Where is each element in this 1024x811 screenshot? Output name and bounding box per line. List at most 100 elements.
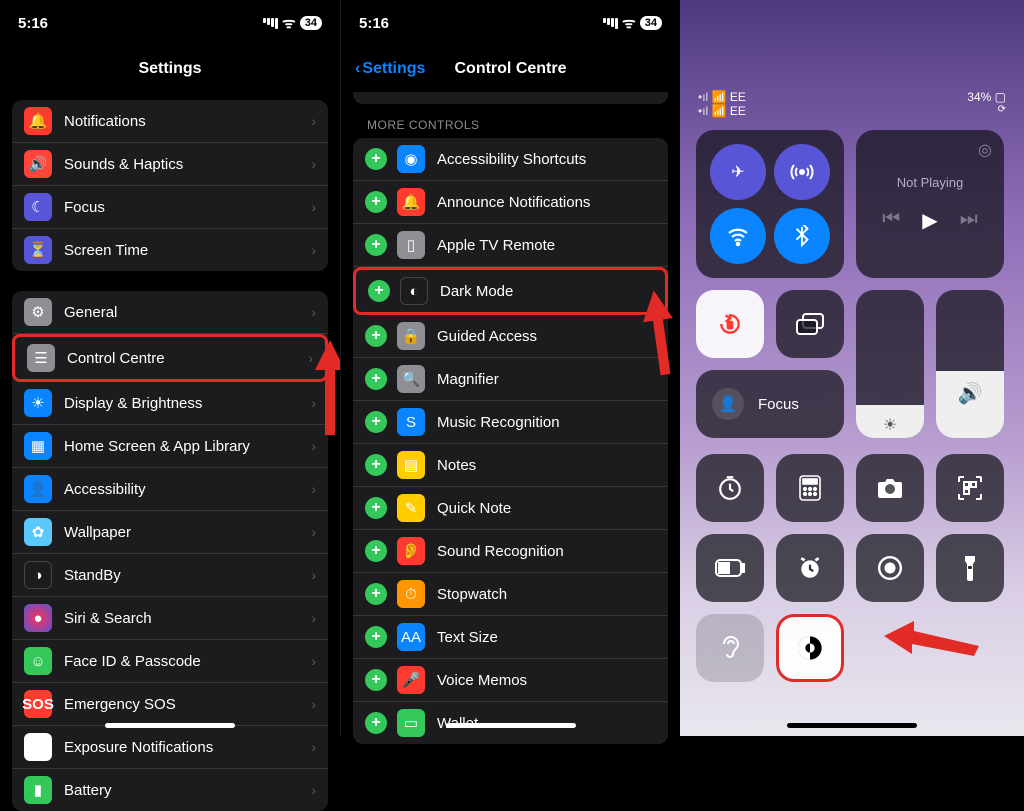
- settings-row-screen-time[interactable]: ⏳Screen Time›: [12, 229, 328, 271]
- row-label: Emergency SOS: [64, 696, 176, 713]
- settings-row-stopwatch[interactable]: + ⏱ Stopwatch: [353, 573, 668, 616]
- back-button[interactable]: ‹Settings: [355, 60, 425, 78]
- wallet-icon: ▭: [397, 709, 425, 737]
- row-label: Exposure Notifications: [64, 739, 213, 756]
- home-indicator: [446, 723, 576, 728]
- settings-row-guided-access[interactable]: +🔒Guided Access: [353, 315, 668, 358]
- add-control-button[interactable]: +: [365, 148, 387, 170]
- settings-row-sound-recognition[interactable]: +👂Sound Recognition: [353, 530, 668, 573]
- settings-row-quick-note[interactable]: +✎Quick Note: [353, 487, 668, 530]
- settings-row-display-brightness[interactable]: ☀Display & Brightness›: [12, 382, 328, 425]
- screen-record-button[interactable]: [856, 534, 924, 602]
- remote-icon: ▯: [397, 231, 425, 259]
- chevron-right-icon: ›: [311, 524, 316, 540]
- switches-icon: ☰: [27, 344, 55, 372]
- status-bar-mid: 5:16 ᯤ 34: [341, 0, 680, 42]
- antenna-toggle[interactable]: [774, 144, 830, 200]
- settings-row-emergency-sos[interactable]: SOSEmergency SOS›: [12, 683, 328, 726]
- page-title: Settings: [0, 42, 340, 92]
- media-tile[interactable]: ◎ Not Playing ⏮ ▶ ⏭: [856, 130, 1004, 278]
- person-icon: 👤: [24, 475, 52, 503]
- volume-slider[interactable]: 🔊: [936, 290, 1004, 438]
- settings-row-notes[interactable]: +▤Notes: [353, 444, 668, 487]
- settings-row-siri-search[interactable]: ●Siri & Search›: [12, 597, 328, 640]
- add-control-button[interactable]: +: [365, 411, 387, 433]
- settings-row-wallpaper[interactable]: ✿Wallpaper›: [12, 511, 328, 554]
- settings-row-focus[interactable]: ☾Focus›: [12, 186, 328, 229]
- settings-row-accessibility[interactable]: 👤Accessibility›: [12, 468, 328, 511]
- carrier-line-2: •ıl 📶 EE: [698, 104, 746, 118]
- chevron-right-icon: ›: [311, 567, 316, 583]
- signal-icon: [263, 18, 278, 29]
- access-icon: ◉: [397, 145, 425, 173]
- add-control-button[interactable]: +: [365, 368, 387, 390]
- add-control-button[interactable]: +: [365, 540, 387, 562]
- row-label: Battery: [64, 782, 112, 799]
- chevron-right-icon: ›: [311, 481, 316, 497]
- row-label: Stopwatch: [437, 586, 507, 603]
- connectivity-tile[interactable]: ✈: [696, 130, 844, 278]
- control-centre-screen: •ıl 📶 EE •ıl 📶 EE 34% ▢⟳ ✈ ◎ Not Playing…: [680, 0, 1024, 736]
- cc-grid: ✈ ◎ Not Playing ⏮ ▶ ⏭ ☀ 🔊: [680, 118, 1024, 694]
- row-label: Sounds & Haptics: [64, 156, 183, 173]
- settings-row-text-size[interactable]: +AAText Size: [353, 616, 668, 659]
- add-control-button[interactable]: +: [365, 669, 387, 691]
- add-control-button[interactable]: +: [365, 234, 387, 256]
- row-label: Accessibility Shortcuts: [437, 151, 586, 168]
- carrier-info: •ıl 📶 EE •ıl 📶 EE: [698, 90, 746, 118]
- settings-row-standby[interactable]: ◑StandBy›: [12, 554, 328, 597]
- calculator-button[interactable]: [776, 454, 844, 522]
- settings-row-home-screen-app-library[interactable]: ▦Home Screen & App Library›: [12, 425, 328, 468]
- settings-row-general[interactable]: ⚙General›: [12, 291, 328, 334]
- wifi-toggle[interactable]: [710, 208, 766, 264]
- add-control-button[interactable]: +: [365, 325, 387, 347]
- stopwatch-icon: ⏱: [397, 580, 425, 608]
- row-label: General: [64, 304, 117, 321]
- low-power-button[interactable]: [696, 534, 764, 602]
- qr-scanner-button[interactable]: [936, 454, 1004, 522]
- settings-row-magnifier[interactable]: +🔍Magnifier: [353, 358, 668, 401]
- orientation-lock-button[interactable]: [696, 290, 764, 358]
- moon-icon: ☾: [24, 193, 52, 221]
- settings-row-face-id-passcode[interactable]: ☺Face ID & Passcode›: [12, 640, 328, 683]
- alarm-button[interactable]: [776, 534, 844, 602]
- camera-button[interactable]: [856, 454, 924, 522]
- add-control-button[interactable]: +: [365, 626, 387, 648]
- notes-icon: ▤: [397, 451, 425, 479]
- dark-mode-button[interactable]: [776, 614, 844, 682]
- add-control-button[interactable]: +: [365, 454, 387, 476]
- add-control-button[interactable]: +: [365, 497, 387, 519]
- settings-row-accessibility-shortcuts[interactable]: + ◉ Accessibility Shortcuts: [353, 138, 668, 181]
- home-indicator: [105, 723, 235, 728]
- settings-row-notifications[interactable]: 🔔Notifications›: [12, 100, 328, 143]
- settings-row-exposure-notifications[interactable]: ✱Exposure Notifications›: [12, 726, 328, 769]
- timer-button[interactable]: [696, 454, 764, 522]
- add-control-button[interactable]: +: [365, 583, 387, 605]
- chevron-right-icon: ›: [311, 696, 316, 712]
- settings-row-apple-tv-remote[interactable]: +▯Apple TV Remote: [353, 224, 668, 267]
- settings-row-battery[interactable]: ▮Battery›: [12, 769, 328, 811]
- flashlight-button[interactable]: [936, 534, 1004, 602]
- settings-row-sounds-haptics[interactable]: 🔊Sounds & Haptics›: [12, 143, 328, 186]
- settings-row-dark-mode[interactable]: +◐Dark Mode: [353, 267, 668, 315]
- next-track-button[interactable]: ⏭: [960, 208, 978, 233]
- add-control-button[interactable]: +: [365, 191, 387, 213]
- add-control-button[interactable]: +: [368, 280, 390, 302]
- prev-track-button[interactable]: ⏮: [882, 208, 900, 233]
- bluetooth-toggle[interactable]: [774, 208, 830, 264]
- hearing-button[interactable]: [696, 614, 764, 682]
- screen-mirroring-button[interactable]: [776, 290, 844, 358]
- airplay-icon[interactable]: ◎: [978, 140, 992, 160]
- brightness-slider[interactable]: ☀: [856, 290, 924, 438]
- settings-row-control-centre[interactable]: ☰Control Centre›: [12, 334, 328, 382]
- status-right-icons: ᯤ 34: [603, 13, 662, 33]
- focus-button[interactable]: 👤 Focus: [696, 370, 844, 438]
- settings-row-voice-memos[interactable]: +🎤Voice Memos: [353, 659, 668, 702]
- chevron-right-icon: ›: [311, 610, 316, 626]
- carrier-line-1: •ıl 📶 EE: [698, 90, 746, 104]
- add-control-button[interactable]: +: [365, 712, 387, 734]
- play-button[interactable]: ▶: [922, 208, 937, 233]
- settings-row-announce-notifications[interactable]: +🔔Announce Notifications: [353, 181, 668, 224]
- airplane-toggle[interactable]: ✈: [710, 144, 766, 200]
- settings-row-music-recognition[interactable]: +SMusic Recognition: [353, 401, 668, 444]
